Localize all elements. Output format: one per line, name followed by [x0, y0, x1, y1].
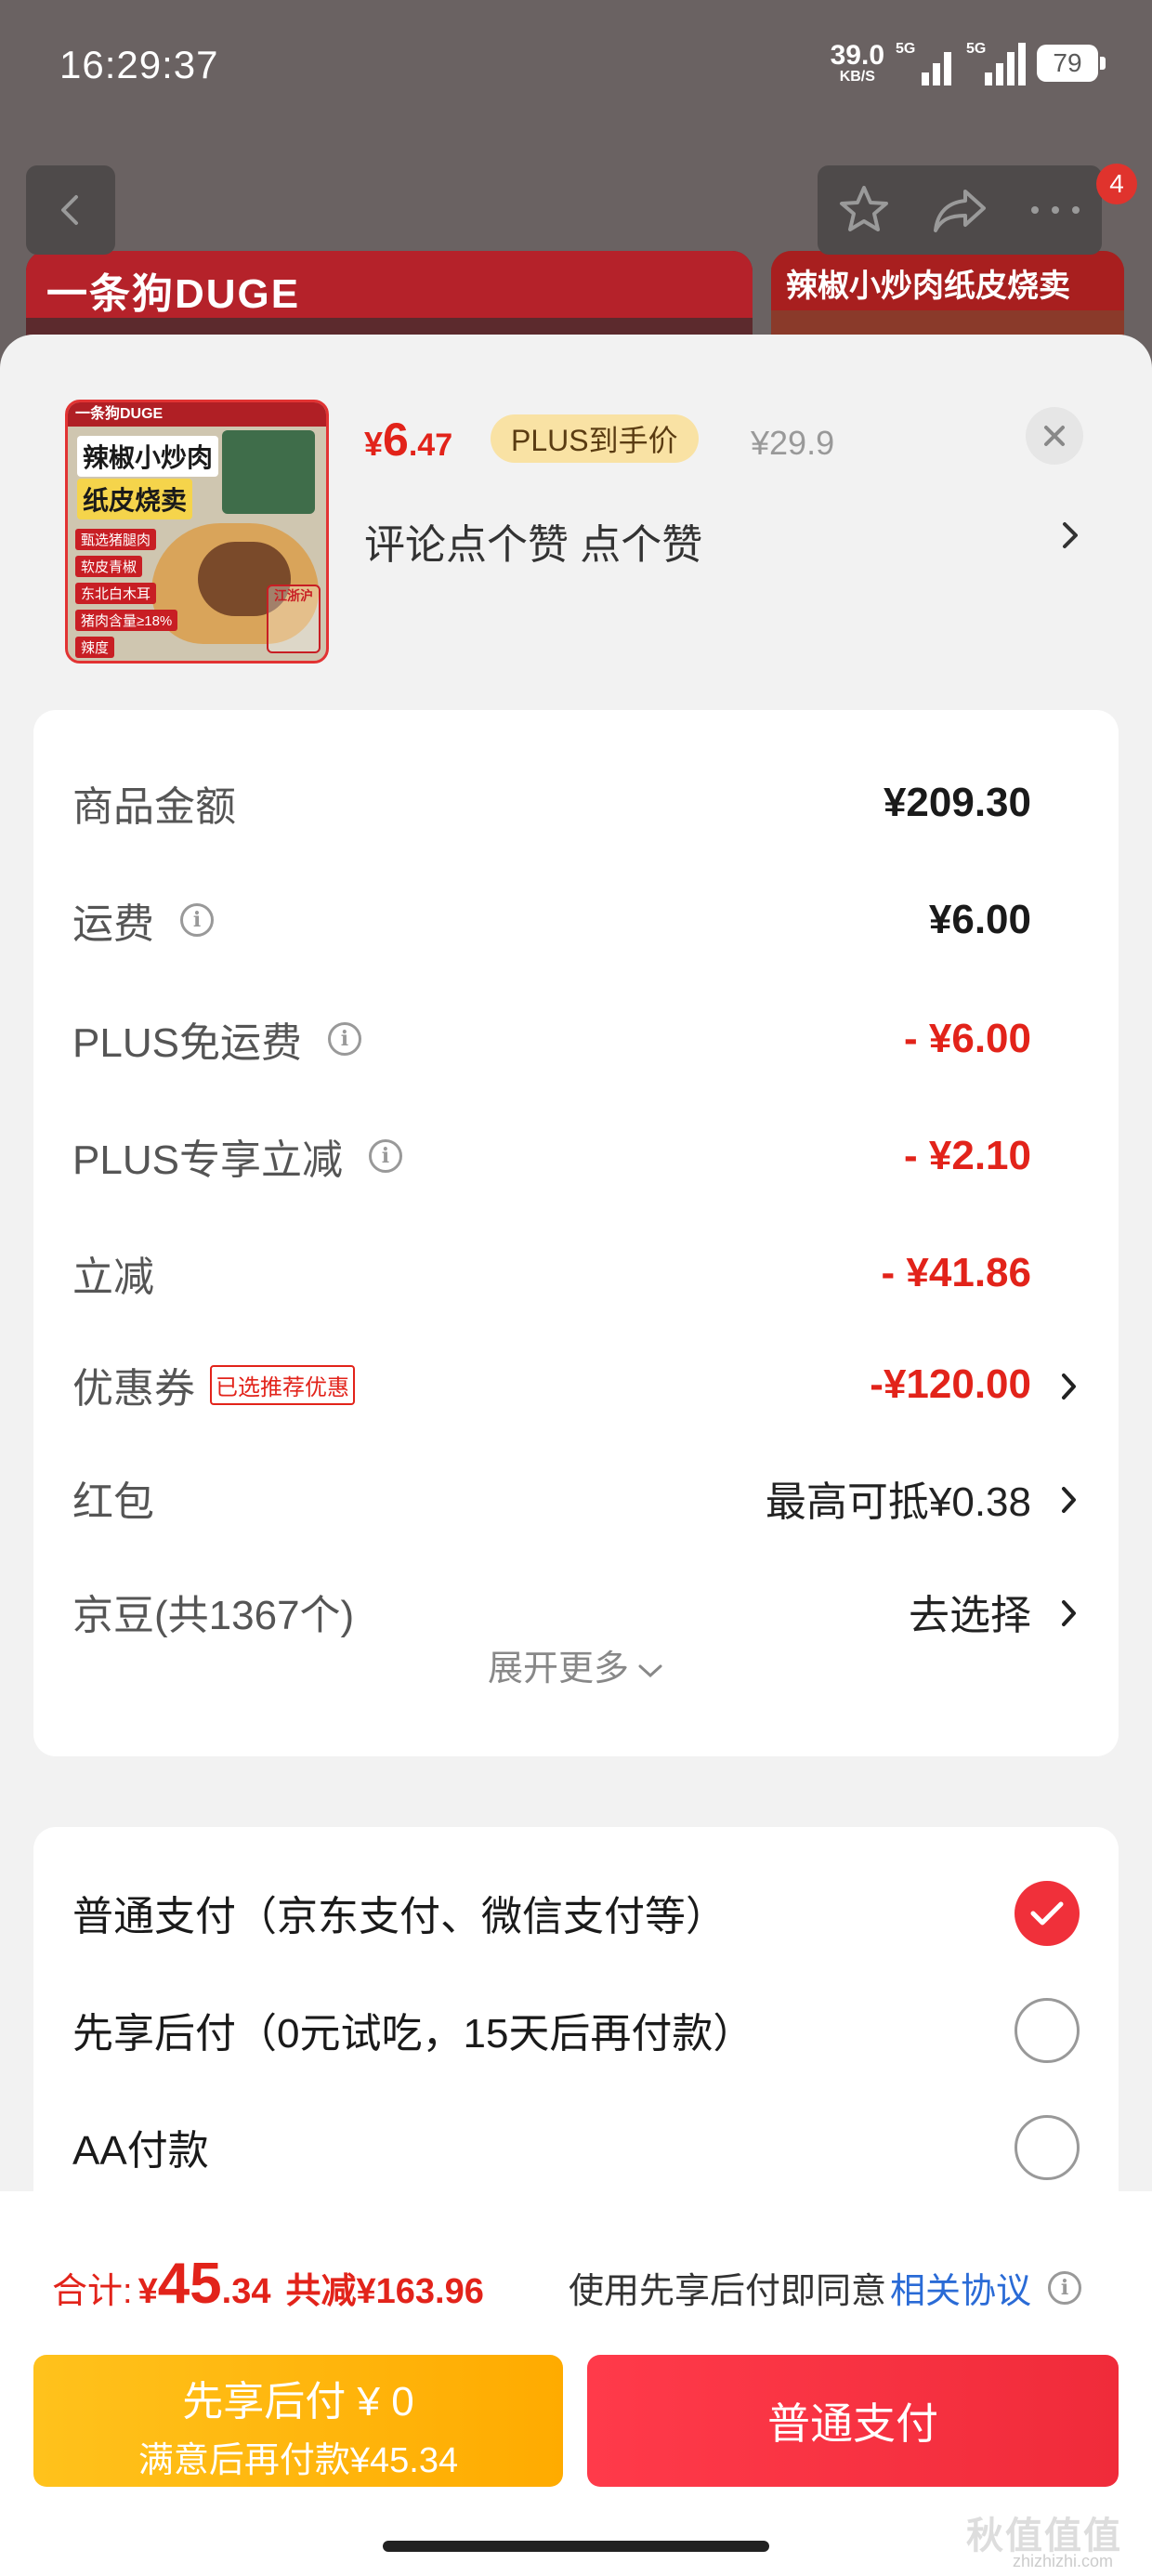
- radio-unchecked-icon[interactable]: [1015, 2115, 1080, 2180]
- price-row-value: - ¥6.00: [904, 1016, 1031, 1061]
- price-row-value: -¥120.00: [870, 1361, 1031, 1407]
- thumb-name-1: 辣椒小炒肉: [77, 436, 219, 477]
- agreement-link[interactable]: 相关协议: [890, 2262, 1031, 2313]
- back-button[interactable]: [26, 165, 115, 255]
- thumb-brand: 一条狗DUGE: [68, 402, 326, 427]
- price-breakdown-card: 展开更多 商品金额 ¥209.30 运费 i ¥6.00 PLUS免运费 i - ¥6.00 P…: [33, 710, 1119, 1756]
- price-row: 商品金额 ¥209.30: [72, 766, 1119, 840]
- status-time: 16:29:37: [59, 43, 219, 86]
- price-row-label: PLUS免运费 i: [72, 1002, 361, 1076]
- share-icon[interactable]: [930, 182, 989, 238]
- payment-option-label: 先享后付（0元试吃，15天后再付款）: [72, 2011, 754, 2057]
- more-icon[interactable]: [1028, 201, 1083, 219]
- original-price: ¥29.9: [751, 424, 835, 462]
- total-saved: 共减¥163.96: [285, 2272, 484, 2311]
- price-row-value: 去选择: [909, 1593, 1031, 1638]
- normal-pay-button[interactable]: 普通支付: [587, 2355, 1119, 2487]
- payment-option[interactable]: AA付款: [72, 2109, 1080, 2184]
- checkout-footer: 合计: ¥ 45 .34 共减¥163.96 使用先享后付即同意 相关协议 i …: [0, 2191, 1152, 2576]
- close-icon: [1044, 426, 1065, 446]
- info-icon[interactable]: i: [180, 903, 214, 937]
- price-row: PLUS免运费 i - ¥6.00: [72, 1002, 1119, 1076]
- chevron-down-icon: [638, 1664, 662, 1677]
- thumb-features: 甄选猪腿肉 软皮青椒 东北白木耳 猪肉含量≥18% 辣度: [75, 529, 178, 661]
- product-summary: 一条狗DUGE 辣椒小炒肉 纸皮烧卖 甄选猪腿肉 软皮青椒 东北白木耳 猪肉含量…: [0, 335, 1152, 688]
- price-row[interactable]: 京豆(共1367个) 去选择: [72, 1574, 1119, 1649]
- price-row: 运费 i ¥6.00: [72, 883, 1119, 957]
- net-speed: 39.0 KB/S: [830, 40, 884, 85]
- product-price: ¥ 6 .47: [364, 414, 453, 466]
- product-thumbnail[interactable]: 一条狗DUGE 辣椒小炒肉 纸皮烧卖 甄选猪腿肉 软皮青椒 东北白木耳 猪肉含量…: [65, 400, 329, 664]
- price-row-label: 红包: [72, 1479, 154, 1525]
- close-button[interactable]: [1026, 407, 1083, 465]
- price-row-value: - ¥41.86: [881, 1250, 1031, 1295]
- background-page: 一条狗DUGE 辣椒小炒肉纸皮烧卖 16:29:37 39.0 KB/S 5G …: [0, 0, 1152, 390]
- total-summary: 合计: ¥ 45 .34 共减¥163.96: [52, 2252, 484, 2316]
- price-row-value: ¥6.00: [928, 897, 1031, 942]
- chevron-right-icon[interactable]: [1059, 1483, 1080, 1521]
- info-icon[interactable]: i: [368, 1139, 402, 1173]
- signal-icon-2: 5G: [966, 41, 1026, 85]
- radio-checked-icon[interactable]: [1015, 1881, 1080, 1946]
- pay-later-button[interactable]: 先享后付 ¥ 0 满意后再付款¥45.34: [33, 2355, 563, 2487]
- watermark-url: zhizhizhi.com: [1013, 2552, 1114, 2570]
- product-spec[interactable]: 评论点个赞 点个赞: [364, 511, 702, 571]
- price-row-value: 最高可抵¥0.38: [765, 1479, 1031, 1525]
- price-row-label: 优惠券 已选推荐优惠: [72, 1347, 355, 1422]
- payment-options-card: 普通支付（京东支付、微信支付等） 先享后付（0元试吃，15天后再付款） AA付款: [33, 1827, 1119, 2217]
- product-banner-title: 辣椒小炒肉纸皮烧卖: [786, 269, 1070, 304]
- total-label: 合计:: [52, 2272, 133, 2311]
- radio-unchecked-icon[interactable]: [1015, 1998, 1080, 2063]
- checkout-sheet: 一条狗DUGE 辣椒小炒肉 纸皮烧卖 甄选猪腿肉 软皮青椒 东北白木耳 猪肉含量…: [0, 335, 1152, 2576]
- chevron-right-icon[interactable]: [1059, 517, 1081, 554]
- info-icon[interactable]: i: [1048, 2270, 1082, 2305]
- signal-icon: 5G: [896, 41, 955, 85]
- price-row-label: 立减: [72, 1255, 154, 1300]
- info-icon[interactable]: i: [327, 1022, 361, 1056]
- back-icon: [61, 195, 78, 225]
- price-row-label: 商品金额: [72, 784, 236, 830]
- price-row: PLUS专享立减 i - ¥2.10: [72, 1119, 1119, 1193]
- payment-option[interactable]: 普通支付（京东支付、微信支付等）: [72, 1875, 1080, 1950]
- price-row-label: 运费 i: [72, 883, 214, 957]
- price-row-label: PLUS专享立减 i: [72, 1119, 402, 1193]
- price-row-value: ¥209.30: [883, 780, 1031, 825]
- price-row[interactable]: 优惠券 已选推荐优惠 -¥120.00: [72, 1347, 1119, 1422]
- home-indicator[interactable]: [383, 2541, 769, 2552]
- total-amount: 45: [157, 2252, 222, 2316]
- cart-badge: 4: [1096, 164, 1137, 204]
- status-icons: 39.0 KB/S 5G 5G 79: [830, 40, 1106, 85]
- price-row[interactable]: 红包 最高可抵¥0.38: [72, 1461, 1119, 1535]
- plus-price-badge: PLUS到手价: [491, 414, 699, 463]
- thumb-name-2: 纸皮烧卖: [77, 479, 193, 519]
- payment-option-label: AA付款: [72, 2128, 209, 2174]
- price-row: 立减 - ¥41.86: [72, 1236, 1119, 1310]
- chevron-right-icon[interactable]: [1059, 1370, 1080, 1408]
- battery-icon: 79: [1037, 45, 1106, 82]
- thumb-stamp: 江浙沪: [267, 585, 321, 653]
- coupon-tag: 已选推荐优惠: [210, 1364, 355, 1405]
- star-icon[interactable]: [836, 182, 892, 238]
- brand-logo: 一条狗DUGE: [46, 271, 301, 317]
- chevron-right-icon[interactable]: [1059, 1597, 1080, 1635]
- nav-actions: [818, 165, 1102, 255]
- agreement-notice: 使用先享后付即同意 相关协议 i: [569, 2262, 1082, 2313]
- price-row-value: - ¥2.10: [904, 1133, 1031, 1178]
- payment-option-label: 普通支付（京东支付、微信支付等）: [72, 1894, 727, 1939]
- price-row-label: 京豆(共1367个): [72, 1593, 355, 1638]
- payment-option[interactable]: 先享后付（0元试吃，15天后再付款）: [72, 1992, 1080, 2067]
